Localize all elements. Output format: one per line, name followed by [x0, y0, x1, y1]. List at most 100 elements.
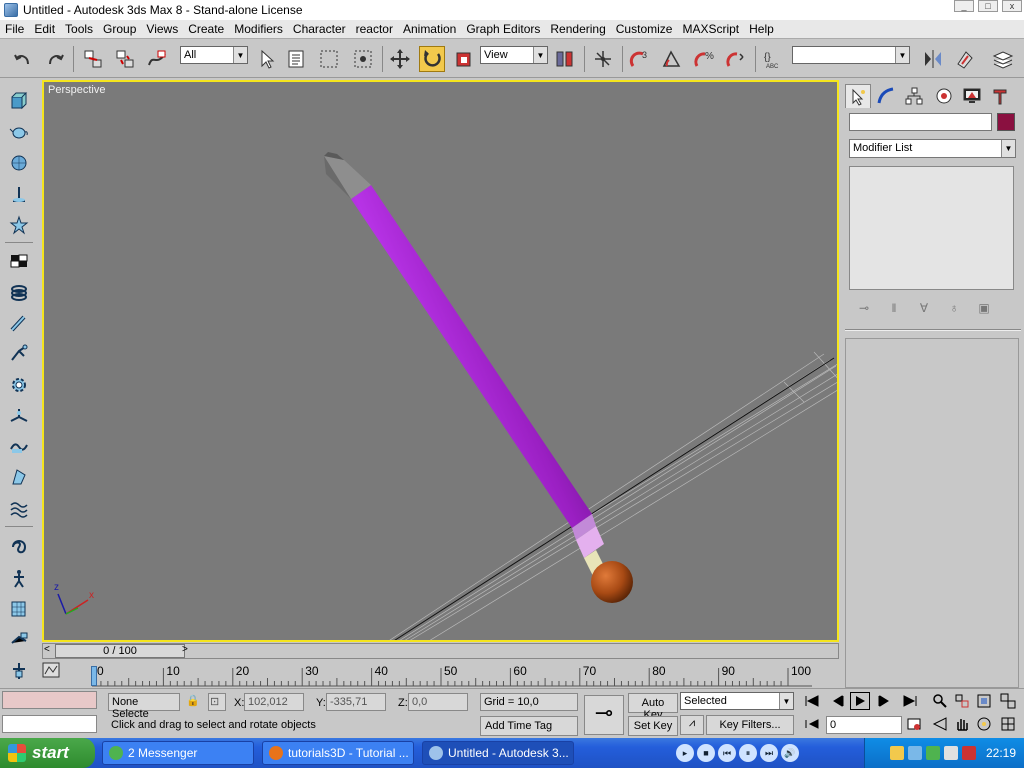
maximize-viewport-icon[interactable]: [998, 715, 1018, 733]
menu-maxscript[interactable]: MAXScript: [677, 22, 744, 36]
maxscript-listener-field[interactable]: [2, 691, 97, 709]
menu-rendering[interactable]: Rendering: [545, 22, 610, 36]
menu-views[interactable]: Views: [141, 22, 183, 36]
snap-3d-icon[interactable]: 3: [627, 46, 653, 72]
media-open-icon[interactable]: ▸: [676, 744, 694, 762]
x-coordinate-field[interactable]: 102,012: [244, 693, 304, 711]
media-volume-icon[interactable]: 🔊: [781, 744, 799, 762]
create-ripple-icon[interactable]: [8, 498, 30, 520]
close-button[interactable]: x: [1002, 0, 1022, 12]
spinner-snap-icon[interactable]: [723, 46, 749, 72]
menu-reactor[interactable]: reactor: [351, 22, 398, 36]
create-particle-icon[interactable]: [8, 406, 30, 428]
select-by-name-icon[interactable]: [284, 46, 310, 72]
unlink-icon[interactable]: [112, 46, 138, 72]
rectangular-selection-icon[interactable]: [316, 46, 342, 72]
make-unique-icon[interactable]: ∀: [909, 298, 939, 318]
select-and-link-icon[interactable]: [80, 46, 106, 72]
create-box-icon[interactable]: [8, 90, 30, 112]
modify-tab[interactable]: [873, 84, 899, 108]
edit-named-selection-icon[interactable]: {} ABC: [760, 46, 786, 72]
time-slider-thumb[interactable]: 0 / 100: [55, 644, 185, 658]
maximize-button[interactable]: □: [978, 0, 998, 12]
utilities-tab[interactable]: [987, 84, 1013, 108]
hierarchy-tab[interactable]: [901, 84, 927, 108]
media-pause-icon[interactable]: ⏸: [739, 744, 757, 762]
create-torus-icon[interactable]: [8, 282, 30, 304]
current-frame-marker[interactable]: [91, 666, 97, 686]
modifier-list-dropdown[interactable]: Modifier List ▼: [849, 139, 1016, 158]
zoom-extents-all-icon[interactable]: [998, 692, 1018, 710]
redo-icon[interactable]: [42, 46, 68, 72]
go-to-start-icon[interactable]: [802, 692, 822, 710]
bind-space-warp-icon[interactable]: [144, 46, 170, 72]
start-button[interactable]: start: [0, 738, 95, 768]
track-bar[interactable]: 0 10 20 30 40 50 60 70 80 90 100: [42, 662, 839, 688]
angle-snap-icon[interactable]: [659, 46, 685, 72]
create-spline-icon[interactable]: [8, 342, 30, 364]
menu-customize[interactable]: Customize: [611, 22, 678, 36]
object-name-input[interactable]: [849, 113, 992, 131]
percent-snap-icon[interactable]: %: [691, 46, 717, 72]
select-and-scale-icon[interactable]: [451, 46, 477, 72]
create-camera-icon[interactable]: [8, 312, 30, 334]
biped-icon[interactable]: [8, 568, 30, 590]
remove-modifier-icon[interactable]: ♁: [939, 298, 969, 318]
create-ik-icon[interactable]: [8, 660, 30, 682]
y-coordinate-field[interactable]: -335,71: [326, 693, 386, 711]
configure-modifier-sets-icon[interactable]: ▣: [969, 298, 999, 318]
undo-icon[interactable]: [10, 46, 36, 72]
auto-key-button[interactable]: Auto Key: [628, 693, 678, 721]
menu-edit[interactable]: Edit: [29, 22, 60, 36]
menu-graph-editors[interactable]: Graph Editors: [461, 22, 545, 36]
minimize-button[interactable]: _: [954, 0, 974, 12]
create-tab[interactable]: [845, 84, 871, 108]
window-crossing-icon[interactable]: [350, 46, 376, 72]
menu-tools[interactable]: Tools: [60, 22, 98, 36]
maxscript-input-field[interactable]: [2, 715, 97, 733]
absolute-mode-icon[interactable]: ⊡: [208, 693, 226, 711]
create-knot-icon[interactable]: [8, 536, 30, 558]
modify-panel-icon[interactable]: [8, 250, 30, 272]
media-next-icon[interactable]: ⏭: [760, 744, 778, 762]
named-selection-dropdown[interactable]: ▼: [792, 46, 910, 64]
align-icon[interactable]: [952, 46, 978, 72]
set-key-icon[interactable]: ⊸: [584, 695, 624, 735]
add-time-tag-button[interactable]: Add Time Tag: [480, 716, 578, 736]
zoom-all-icon[interactable]: [952, 692, 972, 710]
lock-icon[interactable]: 🔒: [186, 694, 200, 707]
next-key-icon[interactable]: [874, 692, 894, 710]
taskbar-3dsmax[interactable]: Untitled - Autodesk 3...: [422, 741, 574, 765]
gear-icon[interactable]: [8, 374, 30, 396]
default-in-out-tangents-icon[interactable]: ⩘: [680, 715, 704, 735]
menu-animation[interactable]: Animation: [398, 22, 461, 36]
mirror-icon[interactable]: [920, 46, 946, 72]
perspective-viewport[interactable]: Perspective z x: [42, 80, 839, 642]
layer-manager-icon[interactable]: [990, 46, 1016, 72]
set-key-button[interactable]: Set Key: [628, 716, 678, 736]
previous-key-icon[interactable]: [828, 692, 848, 710]
media-stop-icon[interactable]: ■: [697, 744, 715, 762]
zoom-icon[interactable]: [930, 692, 950, 710]
key-mode-dropdown[interactable]: Selected ▼: [680, 692, 794, 710]
reference-coordinate-dropdown[interactable]: View ▼: [480, 46, 548, 64]
create-cloth-icon[interactable]: [8, 598, 30, 620]
taskbar-firefox[interactable]: tutorials3D - Tutorial ...: [262, 741, 414, 765]
menu-help[interactable]: Help: [744, 22, 779, 36]
create-constraint-icon[interactable]: [8, 628, 30, 650]
menu-file[interactable]: File: [0, 22, 29, 36]
modifier-stack[interactable]: [849, 166, 1014, 290]
media-previous-icon[interactable]: ⏮: [718, 744, 736, 762]
show-end-result-icon[interactable]: ‖: [879, 298, 909, 318]
z-coordinate-field[interactable]: 0,0: [408, 693, 468, 711]
motion-tab[interactable]: [931, 84, 957, 108]
play-icon[interactable]: [850, 692, 870, 710]
key-mode-toggle-icon[interactable]: [802, 715, 822, 733]
arc-rotate-icon[interactable]: [974, 715, 994, 733]
viewport-label[interactable]: Perspective: [48, 84, 105, 96]
go-to-end-icon[interactable]: [900, 692, 920, 710]
tray-icon-4[interactable]: [943, 746, 958, 760]
zoom-extents-icon[interactable]: [974, 692, 994, 710]
pivot-icon[interactable]: [552, 46, 578, 72]
taskbar-messenger[interactable]: 2 Messenger: [102, 741, 254, 765]
